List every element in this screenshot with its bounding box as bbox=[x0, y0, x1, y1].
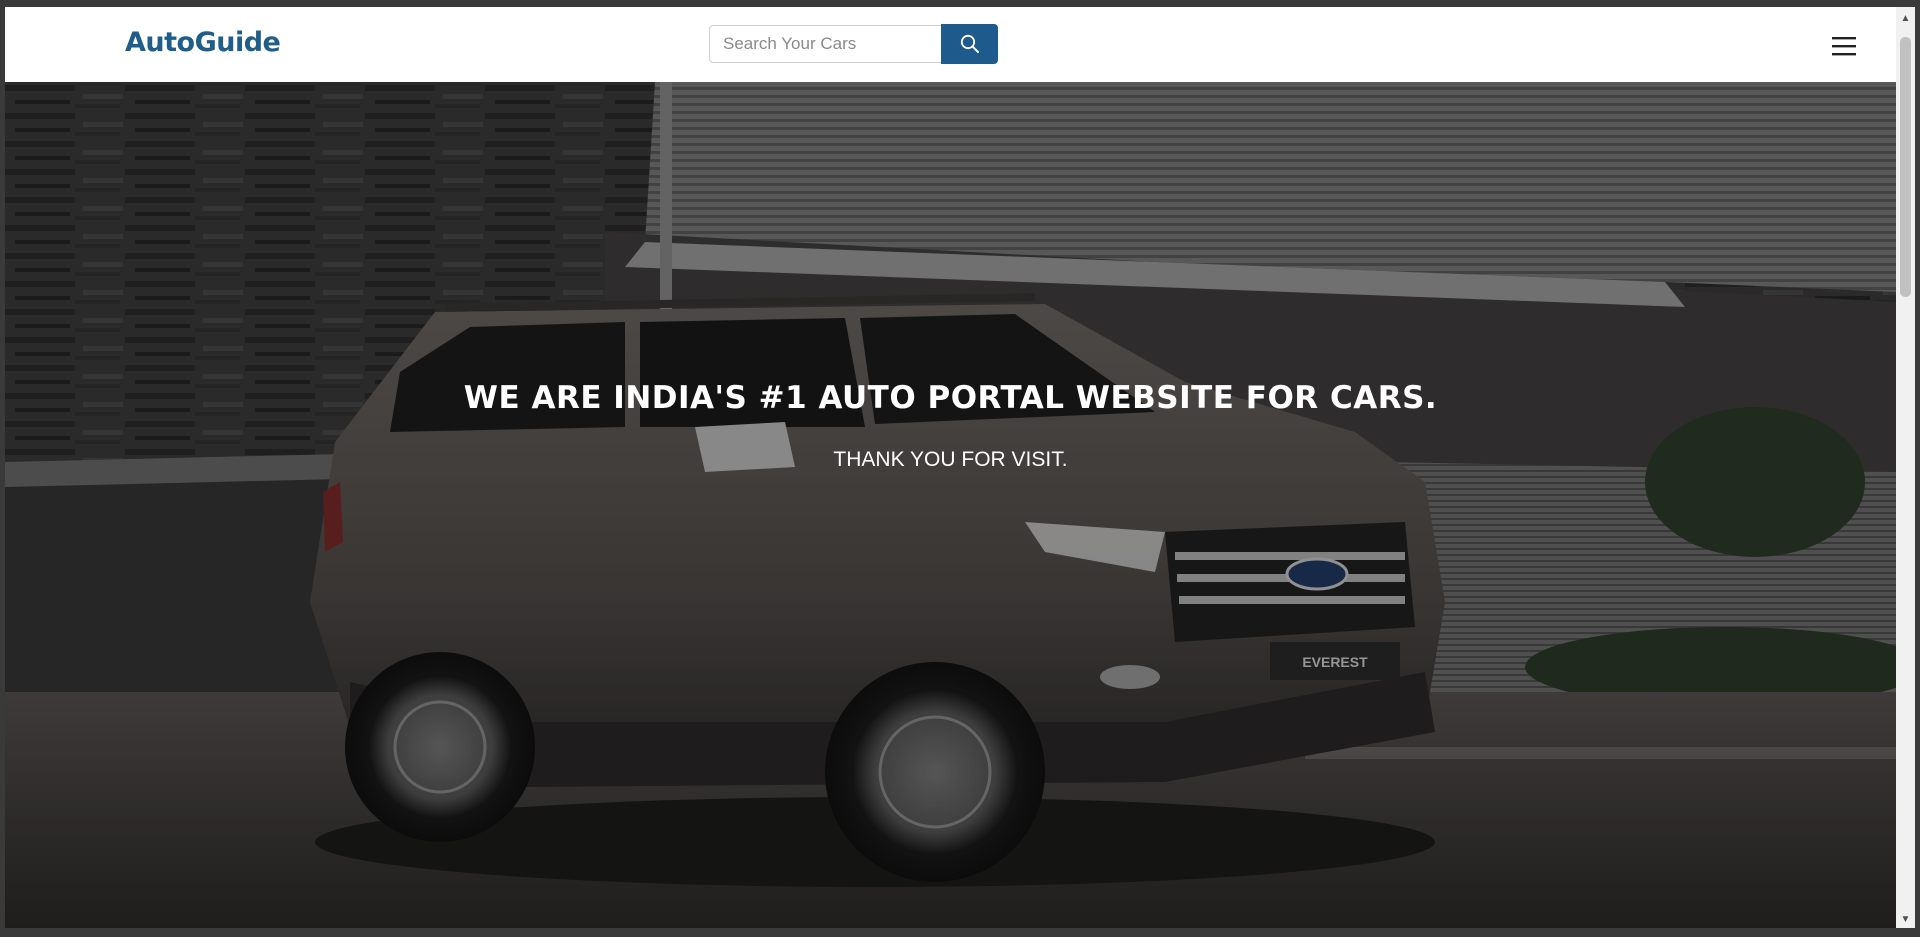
browser-viewport: AutoGuide Search Your Cars EVEREST WE AR… bbox=[5, 7, 1896, 928]
page-scrollbar[interactable]: ▲ ▼ bbox=[1896, 7, 1915, 928]
scroll-thumb[interactable] bbox=[1900, 37, 1911, 297]
search-input[interactable] bbox=[709, 25, 941, 63]
hero-section: EVEREST WE ARE INDIA'S #1 AUTO PORTAL WE… bbox=[5, 82, 1896, 928]
brand-logo[interactable]: AutoGuide bbox=[125, 27, 281, 58]
hamburger-menu-button[interactable] bbox=[1829, 33, 1859, 59]
search-icon bbox=[960, 34, 980, 54]
search-button[interactable] bbox=[941, 24, 998, 64]
search-form bbox=[709, 24, 998, 65]
hero-subtitle: THANK YOU FOR VISIT. bbox=[833, 448, 1068, 471]
scroll-down-arrow-icon[interactable]: ▼ bbox=[1896, 911, 1915, 928]
hero-dark-overlay bbox=[5, 82, 1896, 928]
top-navbar: AutoGuide bbox=[5, 7, 1896, 81]
hero-title: WE ARE INDIA'S #1 AUTO PORTAL WEBSITE FO… bbox=[463, 380, 1438, 416]
hamburger-menu-icon bbox=[1829, 33, 1859, 62]
scroll-up-arrow-icon[interactable]: ▲ bbox=[1896, 10, 1915, 27]
